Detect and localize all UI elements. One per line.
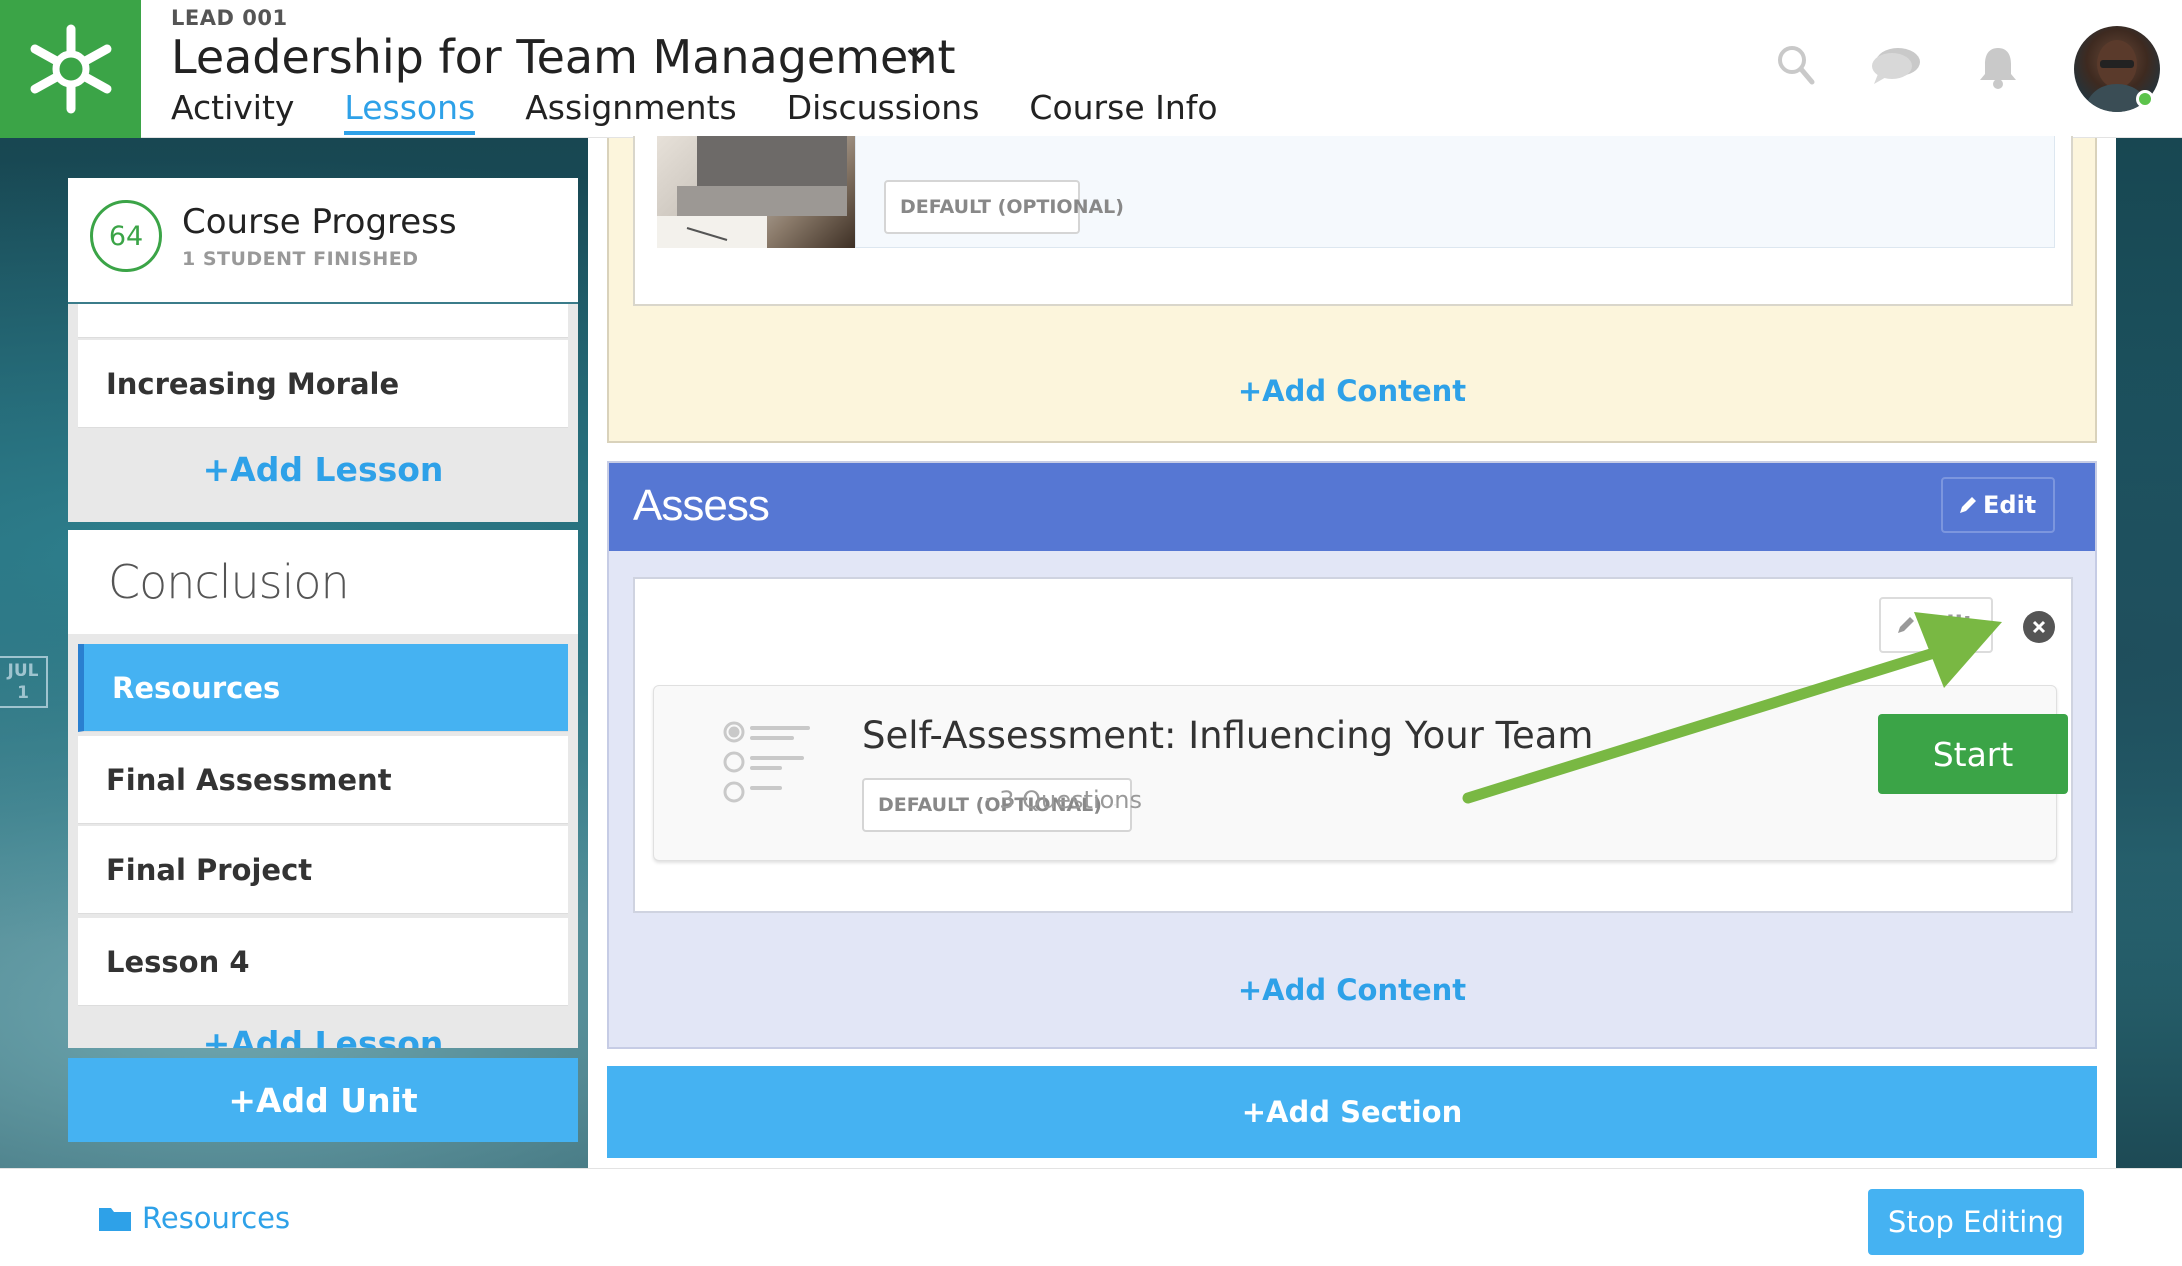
tab-activity[interactable]: Activity bbox=[171, 88, 294, 127]
progress-sublabel: 1 STUDENT FINISHED bbox=[182, 248, 419, 270]
pencil-icon bbox=[1898, 617, 1914, 633]
section-edit-button[interactable]: Edit bbox=[1941, 477, 2055, 533]
top-header: LEAD 001 Leadership for Team Management … bbox=[0, 0, 2182, 138]
footer-bar: Resources Stop Editing bbox=[0, 1168, 2182, 1266]
tab-lessons[interactable]: Lessons bbox=[344, 88, 475, 135]
unit-title[interactable]: Conclusion bbox=[68, 530, 578, 634]
folder-icon bbox=[99, 1208, 131, 1231]
add-content-button[interactable]: +Add Content bbox=[609, 973, 2095, 1007]
add-lesson-button[interactable]: +Add Lesson bbox=[68, 1024, 578, 1048]
footer-resources-link[interactable]: Resources bbox=[98, 1201, 290, 1235]
course-progress-card[interactable]: 64 Course Progress 1 STUDENT FINISHED bbox=[68, 178, 578, 304]
content-item-card: Edit Self-Assessment: Influencing Your T… bbox=[633, 577, 2073, 913]
content-item-body: DEFAULT (OPTIONAL) bbox=[855, 136, 2055, 248]
search-icon[interactable] bbox=[1776, 44, 1816, 88]
section-title: Assess bbox=[633, 481, 770, 530]
content-item-webinar[interactable]: DEFAULT (OPTIONAL) bbox=[633, 136, 2073, 306]
pencil-icon bbox=[1960, 497, 1976, 513]
course-title[interactable]: Leadership for Team Management bbox=[171, 30, 956, 84]
unit-lessons-list: Increasing Morale +Add Lesson bbox=[68, 304, 578, 522]
online-status-dot bbox=[2136, 90, 2154, 108]
progress-label: Course Progress bbox=[182, 202, 457, 242]
quiz-title[interactable]: Self-Assessment: Influencing Your Team bbox=[862, 714, 1593, 757]
lesson-item[interactable]: Final Project bbox=[78, 826, 568, 914]
start-button[interactable]: Start bbox=[1878, 714, 2068, 794]
chevron-down-icon[interactable] bbox=[906, 46, 934, 66]
question-count: 3 Questions bbox=[999, 786, 1143, 814]
app-logo[interactable] bbox=[0, 0, 141, 138]
add-lesson-button[interactable]: +Add Lesson bbox=[68, 450, 578, 489]
lesson-item[interactable]: Increasing Morale bbox=[78, 340, 568, 428]
remove-item-button[interactable] bbox=[2023, 611, 2055, 643]
tab-assignments[interactable]: Assignments bbox=[525, 88, 737, 127]
quiz-item[interactable]: Self-Assessment: Influencing Your Team D… bbox=[653, 685, 2068, 861]
progress-ring: 64 bbox=[90, 200, 162, 272]
quiz-list-icon bbox=[723, 721, 810, 803]
quiz-question-count: · 3 Questions bbox=[984, 786, 1142, 814]
footer-resources-label: Resources bbox=[142, 1201, 291, 1235]
bell-icon[interactable] bbox=[1976, 44, 2020, 90]
close-icon bbox=[2032, 620, 2046, 634]
meta-dot: · bbox=[984, 786, 1000, 814]
course-tabs: Activity Lessons Assignments Discussions… bbox=[171, 88, 1268, 135]
course-code: LEAD 001 bbox=[171, 6, 288, 30]
calendar-badge[interactable]: JUL 1 bbox=[0, 656, 48, 708]
add-unit-button[interactable]: +Add Unit bbox=[68, 1058, 578, 1142]
section-header: Assess Edit bbox=[609, 463, 2095, 551]
laptop-photo bbox=[657, 136, 847, 248]
visibility-dropdown[interactable]: DEFAULT (OPTIONAL) bbox=[884, 180, 1124, 234]
edit-label: Edit bbox=[1983, 491, 2037, 519]
lesson-section-present: DEFAULT (OPTIONAL) +Add Content bbox=[607, 136, 2097, 443]
dropdown-value: DEFAULT (OPTIONAL) bbox=[900, 196, 1124, 218]
chat-icon[interactable] bbox=[1868, 44, 1926, 88]
add-content-button[interactable]: +Add Content bbox=[609, 374, 2095, 408]
star-logo-icon bbox=[30, 24, 111, 114]
item-edit-button[interactable]: Edit bbox=[1879, 597, 1993, 653]
lesson-section-assess: Assess Edit Edit Self-Assessment: Influe… bbox=[607, 461, 2097, 1049]
calendar-day: 1 bbox=[17, 683, 29, 703]
add-section-button[interactable]: +Add Section bbox=[607, 1066, 2097, 1158]
lesson-item-active[interactable]: Resources bbox=[78, 644, 568, 732]
calendar-month: JUL bbox=[7, 661, 39, 681]
lesson-item[interactable]: Lesson 4 bbox=[78, 918, 568, 1006]
tab-course-info[interactable]: Course Info bbox=[1029, 88, 1217, 127]
webinar-thumbnail bbox=[657, 136, 855, 248]
stop-editing-button[interactable]: Stop Editing bbox=[1868, 1189, 2084, 1255]
progress-percent: 64 bbox=[108, 220, 144, 252]
edit-label: Edit bbox=[1921, 611, 1975, 639]
lesson-item[interactable]: Final Assessment bbox=[78, 736, 568, 824]
lesson-item-partial[interactable] bbox=[78, 304, 568, 338]
unit-conclusion: Conclusion Resources Final Assessment Fi… bbox=[68, 530, 578, 1048]
tab-discussions[interactable]: Discussions bbox=[787, 88, 980, 127]
